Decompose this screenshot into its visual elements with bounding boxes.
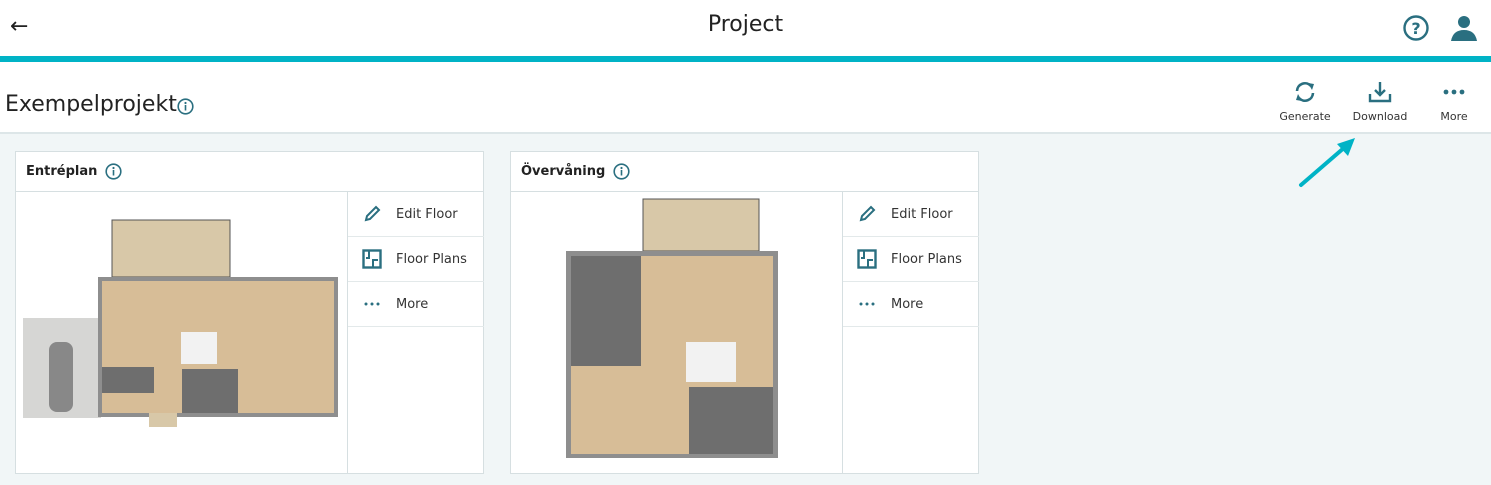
edit-floor-button[interactable]: Edit Floor — [348, 192, 484, 237]
pencil-icon — [859, 205, 876, 222]
floor-plans-button[interactable]: Floor Plans — [348, 237, 484, 282]
help-question-icon[interactable]: ? — [1402, 14, 1430, 42]
annotation-arrow-icon — [1299, 138, 1355, 187]
generate-label: Generate — [1279, 110, 1331, 123]
floor-name: Entréplan — [26, 164, 98, 179]
user-icon[interactable] — [1450, 14, 1478, 42]
edit-floor-label: Edit Floor — [396, 206, 458, 222]
more-horizontal-icon — [364, 302, 380, 306]
edit-floor-button[interactable]: Edit Floor — [843, 192, 979, 237]
generate-button[interactable]: Generate — [1270, 80, 1340, 123]
floor-more-button[interactable]: More — [348, 282, 484, 327]
floor-plan-icon — [362, 249, 382, 269]
sync-icon — [1295, 82, 1315, 102]
floor-name: Övervåning — [521, 164, 606, 179]
floor-plan-image[interactable] — [511, 192, 842, 474]
floor-plan-image[interactable] — [16, 192, 347, 474]
top-bar: ← Project ? — [0, 0, 1491, 56]
more-button[interactable]: More — [1419, 80, 1489, 123]
floor-card-overvaning: Övervåning Edit Floor Floor Plans More — [510, 151, 979, 474]
floor-plans-button[interactable]: Floor Plans — [843, 237, 979, 282]
more-horizontal-icon — [1443, 89, 1465, 95]
pencil-icon — [364, 205, 381, 222]
floor-menu: Edit Floor Floor Plans More — [347, 192, 484, 474]
floor-more-button[interactable]: More — [843, 282, 979, 327]
floor-plan-icon — [857, 249, 877, 269]
project-header: Exempelprojekt Generate Download More — [0, 62, 1491, 134]
info-icon[interactable] — [613, 163, 630, 180]
download-label: Download — [1352, 110, 1408, 123]
project-name: Exempelprojekt — [5, 92, 177, 117]
floor-plans-label: Floor Plans — [891, 251, 962, 267]
svg-text:?: ? — [1411, 19, 1420, 38]
more-label: More — [1440, 110, 1468, 123]
download-button[interactable]: Download — [1345, 80, 1415, 123]
info-icon[interactable] — [177, 98, 194, 115]
floor-card-header: Övervåning — [511, 152, 978, 192]
info-icon[interactable] — [105, 163, 122, 180]
floor-card-header: Entréplan — [16, 152, 483, 192]
floor-more-label: More — [396, 296, 429, 312]
more-horizontal-icon — [859, 302, 875, 306]
download-icon — [1368, 82, 1392, 103]
page-title: Project — [707, 12, 784, 37]
floor-more-label: More — [891, 296, 924, 312]
floor-menu: Edit Floor Floor Plans More — [842, 192, 979, 474]
edit-floor-label: Edit Floor — [891, 206, 953, 222]
floor-card-entreplan: Entréplan Edit Floor Floor Plans More — [15, 151, 484, 474]
floor-plans-label: Floor Plans — [396, 251, 467, 267]
